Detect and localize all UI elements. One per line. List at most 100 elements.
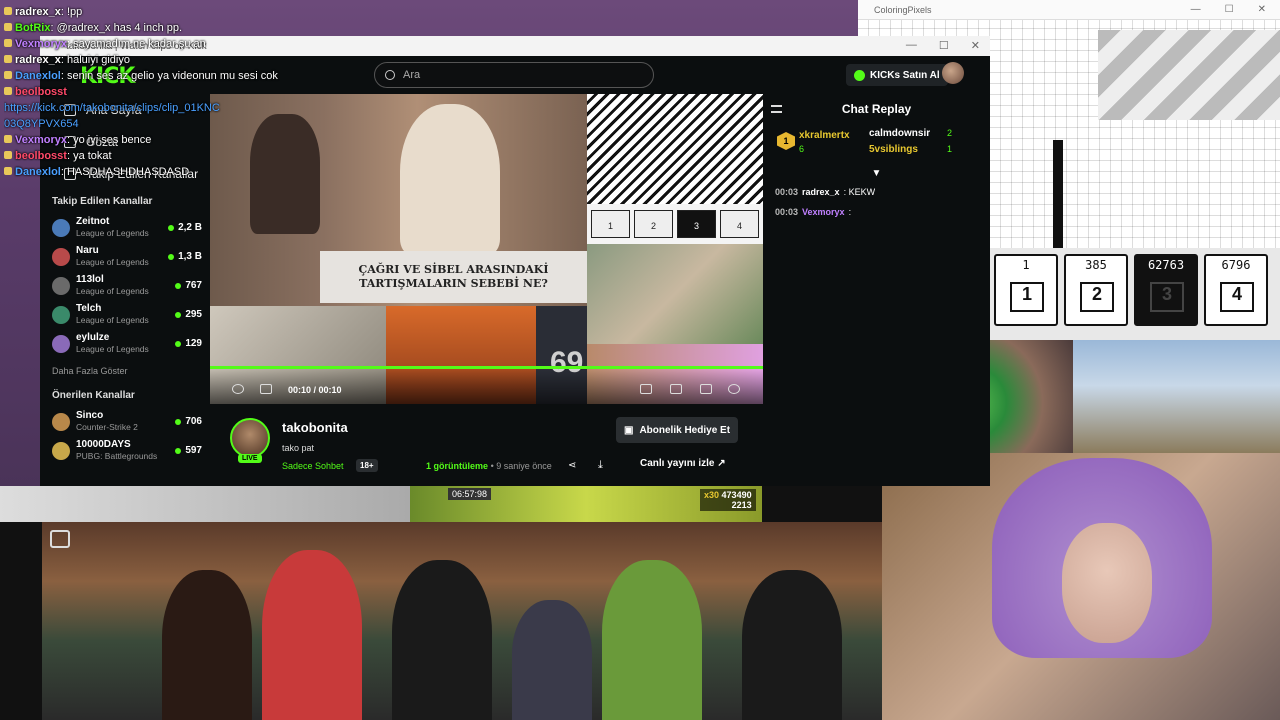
pip-icon[interactable] xyxy=(640,384,652,394)
stream-info: LIVE takobonita tako pat Sadece Sohbet 1… xyxy=(210,404,763,486)
message-text: : xyxy=(848,207,852,217)
minimize-icon[interactable]: — xyxy=(906,39,917,52)
volume-icon[interactable] xyxy=(260,384,272,394)
channel-item[interactable]: 113lol League of Legends 767 xyxy=(40,271,210,300)
channel-name: eylulze xyxy=(76,332,110,343)
expand-icon[interactable]: ▼ xyxy=(763,168,990,182)
search-input[interactable]: Ara xyxy=(374,62,654,88)
minimize-icon[interactable]: — xyxy=(1191,4,1201,15)
person-silhouette xyxy=(512,600,592,720)
viewer-count: 1,3 B xyxy=(168,251,202,262)
download-icon[interactable]: ⤓ xyxy=(598,459,603,472)
channel-text: 10000DAYS PUBG: Battlegrounds xyxy=(76,439,157,462)
collapse-chat-icon[interactable] xyxy=(771,105,782,113)
channel-item[interactable]: 10000DAYS PUBG: Battlegrounds 597 xyxy=(40,436,210,465)
message-user[interactable]: radrex_x xyxy=(802,187,840,197)
category-link[interactable]: Sadece Sohbet xyxy=(282,461,344,471)
channel-game: League of Legends xyxy=(76,257,149,267)
swatch-number: 3 xyxy=(1150,282,1184,312)
views-label: görüntüleme xyxy=(433,461,489,471)
channel-game: League of Legends xyxy=(76,286,149,296)
gift-sub-button[interactable]: ▣ Abonelik Hediye Et xyxy=(616,417,739,443)
leader-name[interactable]: xkralmertx xyxy=(799,130,850,141)
live-dot-icon xyxy=(175,447,182,454)
channel-game: Counter-Strike 2 xyxy=(76,422,138,432)
stream-chat-line: 03Q8YPVX654 xyxy=(4,116,304,132)
video-caption: ÇAĞRI VE SİBEL ARASINDAKİ TARTIŞMALARIN … xyxy=(320,251,587,303)
channel-avatar xyxy=(52,334,70,353)
leader3-name[interactable]: 5vsiblings xyxy=(869,144,918,155)
chat-badge-icon xyxy=(4,71,12,79)
palette-swatch[interactable]: 62763 3 xyxy=(1134,254,1198,326)
channel-name: Telch xyxy=(76,303,102,314)
swatch-count: 6796 xyxy=(1221,258,1251,272)
live-dot-icon xyxy=(175,311,182,318)
close-icon[interactable]: ✕ xyxy=(1258,4,1266,15)
theater-icon[interactable] xyxy=(670,384,682,394)
palette-swatch[interactable]: 385 2 xyxy=(1064,254,1128,326)
views-count: 1 xyxy=(426,461,432,471)
channel-text: Telch League of Legends xyxy=(76,303,149,326)
search-icon xyxy=(385,70,395,80)
zoom-icon[interactable] xyxy=(50,530,70,548)
channel-item[interactable]: Telch League of Legends 295 xyxy=(40,300,210,329)
settings-icon[interactable] xyxy=(728,384,740,394)
viewer-count-value: 1,3 B xyxy=(178,251,202,262)
maximize-icon[interactable]: ☐ xyxy=(1225,4,1234,15)
live-dot-icon xyxy=(168,224,175,231)
score-value: 473490 xyxy=(721,490,752,500)
swatch-number: 4 xyxy=(1220,282,1254,312)
channel-item[interactable]: eylulze League of Legends 129 xyxy=(40,329,210,358)
stream-chat-line: radrex_x: haluiyi gidiyo xyxy=(4,52,304,68)
viewer-count-value: 597 xyxy=(185,445,202,456)
age-badge: 18+ xyxy=(356,459,378,472)
recommended-section-title: Önerilen Kanallar xyxy=(52,390,135,401)
person-silhouette xyxy=(162,570,252,720)
channel-name: 113lol xyxy=(76,274,104,285)
video-person-right xyxy=(400,104,500,254)
close-icon[interactable]: ✕ xyxy=(971,39,980,52)
buy-kicks-button[interactable]: KICKs Satın Al xyxy=(846,64,948,86)
coloring-title: ColoringPixels xyxy=(874,4,932,15)
chat-badge-icon xyxy=(4,135,12,143)
channel-text: eylulze League of Legends xyxy=(76,332,149,355)
stream-chat-line: radrex_x: !pp xyxy=(4,4,304,20)
viewer-count: 597 xyxy=(175,445,202,456)
rank-badge: 1 xyxy=(777,132,795,150)
palette-swatch[interactable]: 6796 4 xyxy=(1204,254,1268,326)
gift-sub-label: Abonelik Hediye Et xyxy=(639,424,731,436)
palette-swatch[interactable]: 11 xyxy=(994,254,1058,326)
live-badge: LIVE xyxy=(238,454,262,463)
fullscreen-icon[interactable] xyxy=(700,384,712,394)
chat-text: : @radrex_x has 4 inch pp. xyxy=(50,22,183,34)
stream-chat-line: BotRix: @radrex_x has 4 inch pp. xyxy=(4,20,304,36)
show-more-link[interactable]: Daha Fazla Göster xyxy=(40,358,210,384)
chat-badge-icon xyxy=(4,87,12,95)
channel-item[interactable]: Zeitnot League of Legends 2,2 B xyxy=(40,213,210,242)
leader2-name[interactable]: calmdownsir xyxy=(869,128,930,139)
buy-kicks-label: KICKs Satın Al xyxy=(870,69,940,81)
maximize-icon[interactable]: ☐ xyxy=(939,39,949,52)
watch-live-label: Canlı yayını izle xyxy=(640,458,715,469)
chat-username: radrex_x xyxy=(15,6,61,18)
coloring-pattern xyxy=(587,94,763,204)
channel-item[interactable]: Sinco Counter-Strike 2 706 xyxy=(40,407,210,436)
channel-avatar[interactable] xyxy=(230,418,270,458)
replay-icon[interactable] xyxy=(232,384,244,394)
viewer-count: 2,2 B xyxy=(168,222,202,233)
channel-name: Zeitnot xyxy=(76,216,110,227)
chat-username: Danexlol xyxy=(15,166,61,178)
watch-live-button[interactable]: Canlı yayını izle ↗ xyxy=(640,458,726,469)
chat-badge-icon xyxy=(4,39,12,47)
message-user[interactable]: Vexmoryx xyxy=(802,207,845,217)
channel-game: PUBG: Battlegrounds xyxy=(76,451,158,461)
share-icon[interactable]: ⋖ xyxy=(568,460,576,471)
channel-item[interactable]: Naru League of Legends 1,3 B xyxy=(40,242,210,271)
coloring-titlebar: ColoringPixels — ☐ ✕ xyxy=(858,0,1280,20)
time-ago: • 9 saniye önce xyxy=(490,461,552,471)
channel-name[interactable]: takobonita xyxy=(282,420,348,435)
user-avatar[interactable] xyxy=(942,62,964,84)
stream-chat-line: Danexlol: HASDHASHDHASDASD xyxy=(4,164,304,180)
progress-bar[interactable] xyxy=(210,366,763,369)
chat-text: : haluiyi gidiyo xyxy=(60,54,130,66)
